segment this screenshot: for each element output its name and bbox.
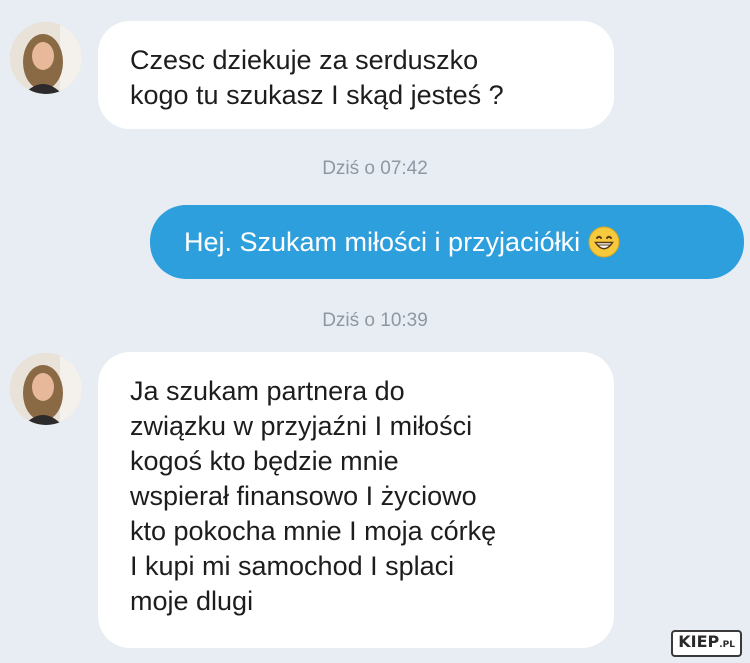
message-line: kto pokocha mnie I moja córkę xyxy=(130,516,497,546)
message-line: kogo tu szukasz I skąd jesteś ? xyxy=(130,80,504,110)
incoming-message-bubble: Ja szukam partnera do związku w przyjaźn… xyxy=(98,352,614,648)
outgoing-message-bubble: Hej. Szukam miłości i przyjaciółki xyxy=(150,205,744,279)
watermark-text: KIEP xyxy=(678,632,720,651)
message-line: I kupi mi samochod I splaci xyxy=(130,551,455,581)
message-line: kogoś kto będzie mnie xyxy=(130,446,399,476)
grinning-face-emoji-icon xyxy=(588,226,620,258)
contact-avatar[interactable] xyxy=(10,353,82,425)
watermark-suffix: .PL xyxy=(719,640,735,650)
message-line: Czesc dziekuje za serduszko xyxy=(130,45,479,75)
message-line: Ja szukam partnera do xyxy=(130,376,405,406)
message-line: związku w przyjaźni I miłości xyxy=(130,411,473,441)
message-line: moje dlugi xyxy=(130,586,254,616)
message-text: Hej. Szukam miłości i przyjaciółki xyxy=(184,226,581,257)
incoming-message-bubble: Czesc dziekuje za serduszko kogo tu szuk… xyxy=(98,21,614,129)
message-timestamp: Dziś o 07:42 xyxy=(322,158,428,179)
message-line: wspierał finansowo I życiowo xyxy=(130,481,477,511)
message-timestamp: Dziś o 10:39 xyxy=(322,310,428,331)
kiep-watermark-logo: KIEP.PL xyxy=(671,630,742,657)
contact-avatar[interactable] xyxy=(10,22,82,94)
